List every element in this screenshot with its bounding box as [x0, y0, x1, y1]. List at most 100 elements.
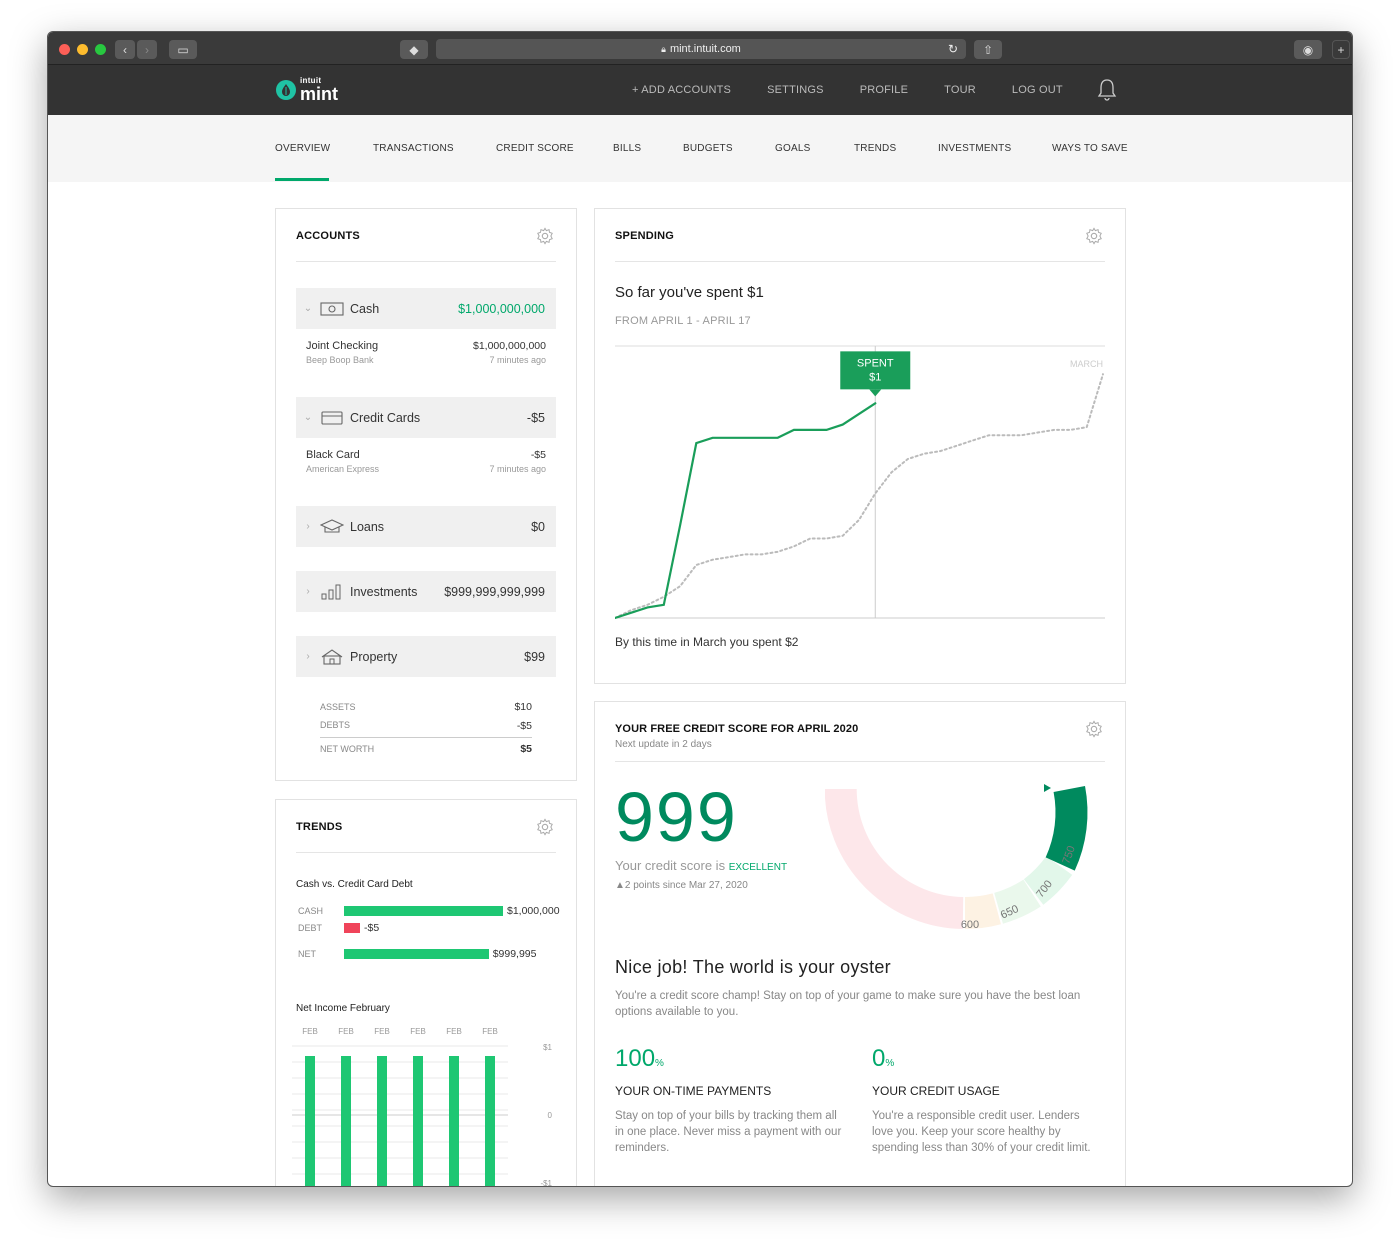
tab-investments[interactable]: INVESTMENTS [938, 143, 1011, 154]
chevron-right-icon: › [306, 651, 310, 662]
chevron-down-icon: ⌄ [303, 303, 313, 314]
bar [344, 949, 489, 959]
account-group-credit-cards[interactable]: ⌄ Credit Cards -$5 [296, 397, 556, 438]
credit-card-icon [321, 410, 343, 425]
share-icon[interactable]: ⇧ [974, 40, 1002, 59]
credit-gear-icon[interactable] [1085, 720, 1103, 738]
assets-value: $10 [514, 701, 532, 713]
account-group-property[interactable]: › Property $99 [296, 636, 556, 677]
net-income-bar[interactable] [305, 1056, 315, 1187]
april-spending-line[interactable] [615, 402, 877, 620]
account-name[interactable]: Black Card [306, 449, 360, 461]
mint-logo[interactable]: intuit mint [276, 77, 338, 103]
house-icon [321, 648, 343, 665]
tab-overview[interactable]: OVERVIEW [275, 143, 330, 154]
credit-title: YOUR FREE CREDIT SCORE FOR APRIL 2020 [615, 723, 859, 735]
browser-window: ‹ › ▭ ◆ 🔒︎ mint.intuit.com ↻ ⇧ ◉ + intui… [47, 31, 1353, 1187]
month-label: FEB [374, 1027, 390, 1036]
trends-card: TRENDS Cash vs. Credit Card Debt CASH $1,… [275, 799, 577, 1187]
credit-next-update: Next update in 2 days [615, 739, 712, 750]
tooltip-label: SPENT [857, 357, 894, 369]
assets-label: ASSETS [320, 702, 356, 712]
tab-budgets[interactable]: BUDGETS [683, 143, 733, 154]
account-group-investments[interactable]: › Investments $999,999,999,999 [296, 571, 556, 612]
address-bar[interactable]: 🔒︎ mint.intuit.com ↻ [436, 39, 966, 59]
factor-payments-title: YOUR ON-TIME PAYMENTS [615, 1084, 772, 1098]
factor-unit: % [655, 1058, 664, 1069]
net-income-bar[interactable] [377, 1056, 387, 1187]
month-label: FEB [482, 1027, 498, 1036]
account-group-name: Investments [350, 584, 418, 599]
net-worth-value: $5 [520, 743, 532, 755]
sidebar-icon[interactable]: ▭ [169, 40, 197, 59]
chevron-right-icon: › [306, 586, 310, 597]
net-income-bar[interactable] [341, 1056, 351, 1187]
tab-bills[interactable]: BILLS [613, 143, 641, 154]
tab-transactions[interactable]: TRANSACTIONS [373, 143, 454, 154]
zoom-window-button[interactable] [95, 44, 106, 55]
chevron-right-icon: › [306, 521, 310, 532]
credit-score-text: Your credit score is EXCELLENT [615, 858, 787, 873]
divider [320, 737, 532, 738]
credit-score-value: 999 [615, 778, 738, 856]
spending-card: SPENDING So far you've spent $1 FROM APR… [594, 208, 1126, 684]
accounts-gear-icon[interactable] [536, 227, 554, 245]
back-icon[interactable]: ‹ [115, 40, 135, 59]
spending-gear-icon[interactable] [1085, 227, 1103, 245]
tab-goals[interactable]: GOALS [775, 143, 810, 154]
month-label: FEB [410, 1027, 426, 1036]
cash-icon [320, 301, 344, 316]
chevron-down-icon: ⌄ [303, 412, 313, 423]
account-group-loans[interactable]: › Loans $0 [296, 506, 556, 547]
new-tab-icon[interactable]: + [1332, 40, 1350, 59]
bar [344, 906, 503, 916]
account-name[interactable]: Joint Checking [306, 340, 378, 352]
net-income-bar[interactable] [449, 1056, 459, 1187]
factor-usage-body: You're a responsible credit user. Lender… [872, 1110, 1091, 1154]
tab-trends[interactable]: TRENDS [854, 143, 896, 154]
app-header: intuit mint + ADD ACCOUNTS SETTINGS PROF… [48, 65, 1352, 115]
bar-chart-icon [321, 584, 341, 599]
trends-title: TRENDS [296, 821, 343, 833]
logo-product: mint [300, 84, 338, 104]
account-group-amount: $1,000,000,000 [458, 301, 545, 316]
account-group-name: Credit Cards [350, 410, 421, 425]
y-tick-label: $1 [543, 1043, 552, 1052]
account-updated: 7 minutes ago [489, 464, 546, 474]
password-icon[interactable]: ◉ [1294, 40, 1322, 59]
account-institution: Beep Boop Bank [306, 355, 374, 365]
tour-link[interactable]: TOUR [944, 84, 976, 96]
credit-score-card: YOUR FREE CREDIT SCORE FOR APRIL 2020 Ne… [594, 701, 1126, 1186]
gauge-label: 600 [961, 919, 979, 931]
bar-label: NET [298, 949, 316, 959]
net-income-bar[interactable] [485, 1056, 495, 1187]
bell-icon[interactable] [1097, 78, 1117, 102]
tab-ways-to-save[interactable]: WAYS TO SAVE [1052, 143, 1128, 154]
mint-drop-icon [276, 80, 296, 100]
main-nav: OVERVIEW TRANSACTIONS CREDIT SCORE BILLS… [48, 115, 1352, 182]
spending-headline: So far you've spent $1 [615, 284, 764, 301]
account-group-cash[interactable]: ⌄ Cash $1,000,000,000 [296, 288, 556, 329]
extension-icon[interactable]: ◆ [400, 40, 428, 59]
factor-value: 0 [872, 1045, 886, 1072]
close-window-button[interactable] [59, 44, 70, 55]
trends-gear-icon[interactable] [536, 818, 554, 836]
graduation-cap-icon [320, 518, 344, 533]
cash-vs-debt-title: Cash vs. Credit Card Debt [296, 879, 413, 890]
net-income-bar[interactable] [413, 1056, 423, 1187]
account-group-amount: $0 [531, 519, 545, 534]
bar-label: DEBT [298, 923, 323, 933]
debts-value: -$5 [516, 720, 532, 732]
bar-label: CASH [298, 906, 324, 916]
march-spending-line[interactable] [615, 373, 1104, 619]
settings-link[interactable]: SETTINGS [767, 84, 824, 96]
add-accounts-link[interactable]: + ADD ACCOUNTS [632, 84, 731, 96]
lock-icon: 🔒︎ [661, 43, 666, 54]
tab-credit-score[interactable]: CREDIT SCORE [496, 143, 574, 154]
logout-link[interactable]: LOG OUT [1012, 84, 1063, 96]
forward-icon[interactable]: › [137, 40, 157, 59]
minimize-window-button[interactable] [77, 44, 88, 55]
reload-icon[interactable]: ↻ [948, 42, 958, 56]
bar-value: -$5 [364, 922, 380, 934]
profile-link[interactable]: PROFILE [860, 84, 908, 96]
